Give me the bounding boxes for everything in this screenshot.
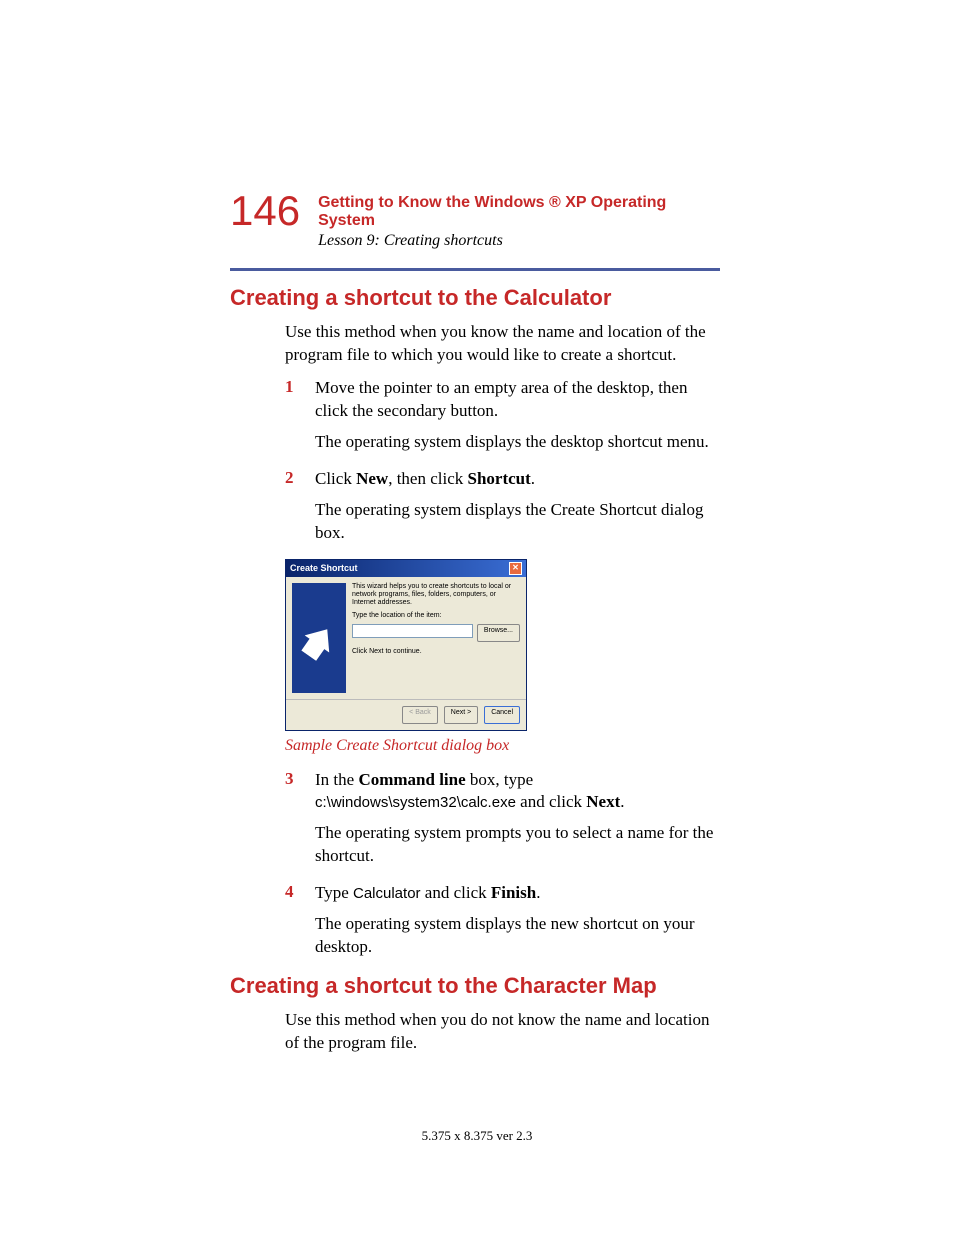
- bold-text: Next: [586, 792, 620, 811]
- text-fragment: and click: [516, 792, 586, 811]
- step-body: Click New, then click Shortcut. The oper…: [315, 468, 720, 553]
- step-1: 1 Move the pointer to an empty area of t…: [285, 377, 720, 462]
- section-heading-calculator: Creating a shortcut to the Calculator: [230, 285, 720, 311]
- text-fragment: .: [620, 792, 624, 811]
- text-fragment: Type: [315, 883, 353, 902]
- section-heading-charmap: Creating a shortcut to the Character Map: [230, 973, 720, 999]
- lesson-title: Lesson 9: Creating shortcuts: [318, 232, 720, 250]
- section2-body: Use this method when you do not know the…: [285, 1009, 720, 1055]
- dialog-titlebar: Create Shortcut ✕: [286, 560, 526, 577]
- intro-paragraph: Use this method when you know the name a…: [285, 321, 720, 367]
- dialog-title: Create Shortcut: [290, 563, 358, 573]
- header-text: Getting to Know the Windows ® XP Operati…: [318, 190, 720, 250]
- text-fragment: In the: [315, 770, 358, 789]
- step-2: 2 Click New, then click Shortcut. The op…: [285, 468, 720, 553]
- step-number: 2: [285, 468, 315, 553]
- step-number: 1: [285, 377, 315, 462]
- bold-text: Shortcut: [468, 469, 531, 488]
- text-fragment: box, type: [466, 770, 534, 789]
- step-4: 4 Type Calculator and click Finish. The …: [285, 882, 720, 967]
- page-number: 146: [230, 190, 300, 232]
- header-rule: [230, 268, 720, 271]
- step-text: Move the pointer to an empty area of the…: [315, 377, 720, 423]
- step-3: 3 In the Command line box, type c:\windo…: [285, 769, 720, 877]
- bold-text: Command line: [358, 770, 465, 789]
- create-shortcut-dialog: Create Shortcut ✕ This wizard helps you …: [285, 559, 527, 731]
- dialog-label: Type the location of the item:: [352, 612, 520, 620]
- step-body: Move the pointer to an empty area of the…: [315, 377, 720, 462]
- dialog-input-row: Browse...: [352, 624, 520, 642]
- browse-button[interactable]: Browse...: [477, 624, 520, 642]
- cancel-button[interactable]: Cancel: [484, 706, 520, 724]
- dialog-description: This wizard helps you to create shortcut…: [352, 583, 520, 608]
- text-fragment: .: [531, 469, 535, 488]
- close-icon[interactable]: ✕: [509, 562, 522, 575]
- page-header: 146 Getting to Know the Windows ® XP Ope…: [230, 190, 720, 250]
- step-text: Type Calculator and click Finish.: [315, 882, 720, 905]
- next-button[interactable]: Next >: [444, 706, 478, 724]
- step-result: The operating system displays the new sh…: [315, 913, 720, 959]
- step-text: Click New, then click Shortcut.: [315, 468, 720, 491]
- location-input[interactable]: [352, 624, 473, 638]
- wizard-graphic: [292, 583, 346, 693]
- step-result: The operating system displays the Create…: [315, 499, 720, 545]
- text-fragment: Click: [315, 469, 356, 488]
- step-body: In the Command line box, type c:\windows…: [315, 769, 720, 877]
- back-button[interactable]: < Back: [402, 706, 438, 724]
- dialog-right-pane: This wizard helps you to create shortcut…: [352, 583, 520, 693]
- step-number: 4: [285, 882, 315, 967]
- step-result: The operating system displays the deskto…: [315, 431, 720, 454]
- dialog-body: This wizard helps you to create shortcut…: [286, 577, 526, 699]
- mono-text: c:\windows\system32\calc.exe: [315, 794, 516, 811]
- bold-text: Finish: [491, 883, 536, 902]
- text-fragment: .: [536, 883, 540, 902]
- dialog-hint: Click Next to continue.: [352, 648, 520, 656]
- page-footer: 5.375 x 8.375 ver 2.3: [0, 1128, 954, 1144]
- chapter-title: Getting to Know the Windows ® XP Operati…: [318, 194, 720, 230]
- section1-body: Use this method when you know the name a…: [285, 321, 720, 967]
- text-fragment: , then click: [388, 469, 467, 488]
- figure-caption: Sample Create Shortcut dialog box: [285, 737, 720, 755]
- text-fragment: and click: [421, 883, 491, 902]
- step-result: The operating system prompts you to sele…: [315, 822, 720, 868]
- mono-text: Calculator: [353, 885, 421, 902]
- page-content: 146 Getting to Know the Windows ® XP Ope…: [230, 190, 720, 1065]
- shortcut-arrow-icon: [296, 617, 341, 664]
- step-number: 3: [285, 769, 315, 877]
- dialog-footer: < Back Next > Cancel: [286, 699, 526, 730]
- intro-paragraph: Use this method when you do not know the…: [285, 1009, 720, 1055]
- step-text: In the Command line box, type c:\windows…: [315, 769, 720, 815]
- step-body: Type Calculator and click Finish. The op…: [315, 882, 720, 967]
- bold-text: New: [356, 469, 388, 488]
